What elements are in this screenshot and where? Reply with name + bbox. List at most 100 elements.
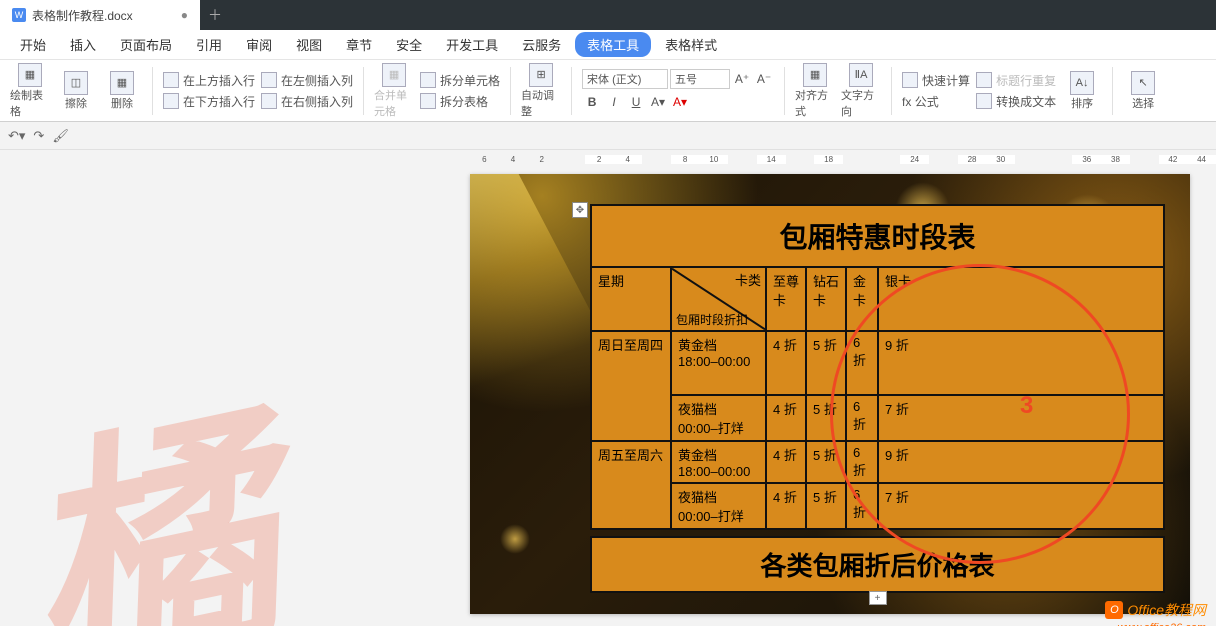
font-name-select[interactable]: 宋体 (正文) [582, 69, 668, 89]
convert-text-icon [976, 93, 992, 109]
cell-diamond[interactable]: 5 折 [806, 441, 846, 483]
split-cells-label: 拆分单元格 [440, 72, 500, 89]
insert-right-button[interactable]: 在右侧插入列 [261, 93, 353, 110]
draw-table-button[interactable]: ▦ 绘制表格 [10, 63, 50, 119]
cell-diamond[interactable]: 5 折 [806, 331, 846, 395]
font-grow-button[interactable]: A⁺ [732, 69, 752, 89]
header-gold[interactable]: 金卡 [846, 267, 878, 331]
cell-silver[interactable]: 9 折 [878, 331, 1164, 395]
cell-gold[interactable]: 6 折 [846, 441, 878, 483]
delete-label: 删除 [111, 95, 133, 111]
insert-above-button[interactable]: 在上方插入行 [163, 72, 255, 89]
cell-slot[interactable]: 夜猫档 00:00–打烊 [671, 483, 766, 529]
cell-week[interactable]: 周五至周六 [591, 441, 671, 529]
undo-button[interactable]: ↶▾ [8, 128, 25, 144]
header-category[interactable]: 卡类 包厢时段折扣 [671, 267, 766, 331]
document-canvas[interactable]: 橘 64224810141824283036384244 ✥ 包厢特惠时段表 星… [0, 150, 1216, 626]
menu-start[interactable]: 开始 [10, 31, 56, 58]
menu-safety[interactable]: 安全 [386, 31, 432, 58]
merge-cells-button[interactable]: ▦ 合并单元格 [374, 63, 414, 119]
redo-button[interactable]: ↷ [33, 128, 44, 144]
quick-calc-button[interactable]: 快速计算 [902, 72, 970, 89]
menu-cloud[interactable]: 云服务 [512, 31, 571, 58]
menu-table-style[interactable]: 表格样式 [655, 31, 727, 58]
cell-gold[interactable]: 6 折 [846, 483, 878, 529]
doc-icon: W [12, 8, 26, 22]
discount-table[interactable]: 星期 卡类 包厢时段折扣 至尊卡 钻石卡 金卡 银卡 周日至周四黄金档 18:0… [590, 266, 1165, 530]
cell-slot[interactable]: 黄金档 18:00–00:00 [671, 331, 766, 395]
italic-button[interactable]: I [604, 92, 624, 112]
menu-devtools[interactable]: 开发工具 [436, 31, 508, 58]
cell-vip[interactable]: 4 折 [766, 395, 806, 441]
table-move-handle[interactable]: ✥ [572, 202, 588, 218]
align-button[interactable]: ▦ 对齐方式 [795, 63, 835, 119]
insert-below-label: 在下方插入行 [183, 93, 255, 110]
menu-insert[interactable]: 插入 [60, 31, 106, 58]
menu-chapter[interactable]: 章节 [336, 31, 382, 58]
convert-text-button[interactable]: 转换成文本 [976, 93, 1056, 110]
table-row[interactable]: 夜猫档 00:00–打烊4 折5 折6 折7 折 [591, 483, 1164, 529]
header-vip[interactable]: 至尊卡 [766, 267, 806, 331]
font-color-button[interactable]: A▾ [670, 92, 690, 112]
header-repeat-button[interactable]: 标题行重复 [976, 72, 1056, 89]
delete-icon: ▦ [110, 71, 134, 95]
format-painter-button[interactable]: 🖌 [52, 128, 69, 144]
horizontal-ruler[interactable]: 64224810141824283036384244 [470, 150, 1216, 168]
font-size-select[interactable]: 五号 [670, 69, 730, 89]
split-table-icon [420, 93, 436, 109]
formula-button[interactable]: fx 公式 [902, 93, 970, 110]
insert-below-icon [163, 93, 179, 109]
text-direction-icon: ⅡA [849, 63, 873, 87]
header-sub-label: 包厢时段折扣 [676, 311, 748, 328]
underline-button[interactable]: U [626, 92, 646, 112]
cell-silver[interactable]: 7 折 [878, 483, 1164, 529]
close-icon[interactable]: ● [181, 8, 188, 22]
cell-diamond[interactable]: 5 折 [806, 395, 846, 441]
bold-button[interactable]: B [582, 92, 602, 112]
document-tab[interactable]: W 表格制作教程.docx ● [0, 0, 200, 30]
cell-week[interactable]: 周日至周四 [591, 331, 671, 441]
header-week[interactable]: 星期 [591, 267, 671, 331]
erase-button[interactable]: ◫ 擦除 [56, 71, 96, 111]
highlight-button[interactable]: A▾ [648, 92, 668, 112]
sort-button[interactable]: A↓ 排序 [1062, 71, 1102, 111]
split-table-button[interactable]: 拆分表格 [420, 93, 500, 110]
table-row[interactable]: 夜猫档 00:00–打烊4 折5 折6 折7 折 [591, 395, 1164, 441]
cell-vip[interactable]: 4 折 [766, 483, 806, 529]
font-size-value: 五号 [675, 71, 697, 87]
menu-view[interactable]: 视图 [286, 31, 332, 58]
table-row[interactable]: 周五至周六黄金档 18:00–00:004 折5 折6 折9 折 [591, 441, 1164, 483]
cell-gold[interactable]: 6 折 [846, 331, 878, 395]
header-silver[interactable]: 银卡 [878, 267, 1164, 331]
table-row[interactable]: 周日至周四黄金档 18:00–00:004 折5 折6 折9 折 [591, 331, 1164, 395]
font-shrink-button[interactable]: A⁻ [754, 69, 774, 89]
insert-row-handle[interactable]: + [869, 591, 887, 605]
menu-table-tools[interactable]: 表格工具 [575, 32, 651, 57]
cell-slot[interactable]: 夜猫档 00:00–打烊 [671, 395, 766, 441]
document-page[interactable]: ✥ 包厢特惠时段表 星期 卡类 包厢时段折扣 至尊卡 钻石卡 金卡 银卡 周日至… [470, 174, 1190, 614]
new-tab-button[interactable]: ＋ [200, 0, 230, 30]
insert-left-button[interactable]: 在左侧插入列 [261, 72, 353, 89]
select-button[interactable]: ↖ 选择 [1123, 71, 1163, 111]
sort-label: 排序 [1071, 95, 1093, 111]
menu-layout[interactable]: 页面布局 [110, 31, 182, 58]
delete-button[interactable]: ▦ 删除 [102, 71, 142, 111]
cell-diamond[interactable]: 5 折 [806, 483, 846, 529]
menu-review[interactable]: 审阅 [236, 31, 282, 58]
split-cells-button[interactable]: 拆分单元格 [420, 72, 500, 89]
cell-vip[interactable]: 4 折 [766, 441, 806, 483]
cell-silver[interactable]: 9 折 [878, 441, 1164, 483]
cell-slot[interactable]: 黄金档 18:00–00:00 [671, 441, 766, 483]
menu-ref[interactable]: 引用 [186, 31, 232, 58]
text-direction-button[interactable]: ⅡA 文字方向 [841, 63, 881, 119]
auto-fit-button[interactable]: ⊞ 自动调整 [521, 63, 561, 119]
cell-vip[interactable]: 4 折 [766, 331, 806, 395]
header-repeat-icon [976, 72, 992, 88]
insert-below-button[interactable]: 在下方插入行 [163, 93, 255, 110]
quick-calc-label: 快速计算 [922, 72, 970, 89]
auto-fit-label: 自动调整 [521, 87, 561, 119]
header-diamond[interactable]: 钻石卡 [806, 267, 846, 331]
erase-label: 擦除 [65, 95, 87, 111]
insert-above-icon [163, 72, 179, 88]
cell-gold[interactable]: 6 折 [846, 395, 878, 441]
